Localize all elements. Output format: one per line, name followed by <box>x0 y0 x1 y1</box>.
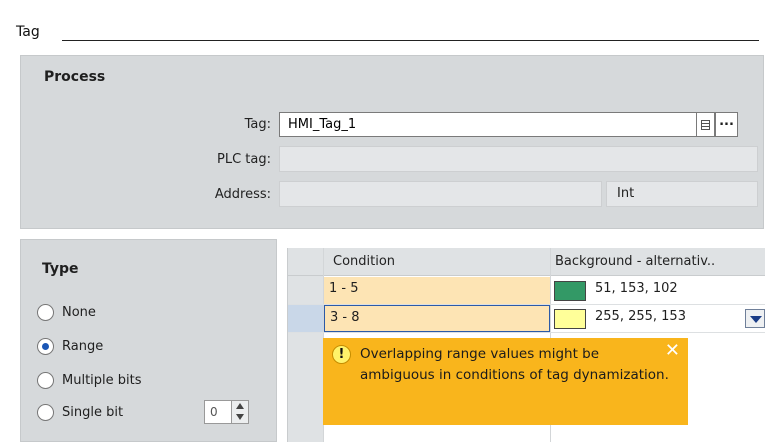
close-icon[interactable]: ✕ <box>665 340 680 361</box>
color-dropdown-button[interactable] <box>745 309 765 328</box>
stepper-buttons[interactable] <box>231 401 248 423</box>
color-value[interactable]: 51, 153, 102 <box>595 281 678 296</box>
tag-label: Tag: <box>244 117 271 132</box>
table-header: Condition Background - alternativ.. <box>288 248 765 276</box>
bit-number-value: 0 <box>210 405 218 419</box>
row-header[interactable] <box>288 277 323 304</box>
address-label: Address: <box>214 187 271 202</box>
radio-label: Multiple bits <box>62 372 142 388</box>
radio-button[interactable] <box>37 371 54 389</box>
tooltip-message: Overlapping range values might be ambigu… <box>360 346 669 383</box>
row-header[interactable] <box>288 305 323 332</box>
color-swatch[interactable] <box>554 309 586 329</box>
header-row: Tag <box>0 0 765 46</box>
radio-multiple-bits[interactable]: Multiple bits <box>37 370 142 390</box>
bit-number-stepper[interactable]: 0 <box>204 400 249 424</box>
radio-label: Range <box>62 338 104 354</box>
address-field <box>279 181 602 207</box>
chevron-up-icon[interactable] <box>236 403 244 409</box>
list-icon <box>701 120 710 130</box>
process-panel: Process Tag: ... PLC tag: Address: Int <box>20 55 764 229</box>
table-row[interactable]: 1 - 5 51, 153, 102 <box>288 277 765 305</box>
type-panel: Type None Range Multiple bits Single bit… <box>20 239 277 442</box>
radio-button[interactable] <box>37 337 54 355</box>
chevron-down-icon[interactable] <box>236 414 244 420</box>
radio-range[interactable]: Range <box>37 336 103 356</box>
tag-browse-button[interactable]: ... <box>715 112 738 137</box>
tag-input[interactable] <box>279 112 697 137</box>
radio-none[interactable]: None <box>37 302 96 322</box>
condition-cell[interactable]: 3 - 8 <box>324 305 550 332</box>
color-swatch[interactable] <box>554 281 586 301</box>
condition-cell[interactable]: 1 - 5 <box>324 277 550 304</box>
warning-tooltip: ! Overlapping range values might be ambi… <box>323 338 688 425</box>
column-header-condition[interactable]: Condition <box>333 254 395 269</box>
radio-label: Single bit <box>62 404 124 420</box>
type-title: Type <box>42 261 79 277</box>
warning-icon: ! <box>332 345 351 364</box>
radio-button[interactable] <box>37 403 54 421</box>
plc-tag-field <box>279 146 758 172</box>
header-divider <box>62 40 759 41</box>
color-value[interactable]: 255, 255, 153 <box>595 309 686 324</box>
radio-label: None <box>62 304 96 320</box>
radio-button[interactable] <box>37 303 54 321</box>
column-header-background[interactable]: Background - alternativ.. <box>555 254 715 269</box>
process-title: Process <box>44 69 106 85</box>
table-row[interactable]: 3 - 8 255, 255, 153 <box>288 305 765 333</box>
section-title: Tag <box>16 24 40 40</box>
plc-tag-label: PLC tag: <box>217 152 271 167</box>
data-type-field: Int <box>606 181 758 207</box>
tag-list-button[interactable] <box>697 112 715 137</box>
radio-single-bit[interactable]: Single bit <box>37 402 123 422</box>
